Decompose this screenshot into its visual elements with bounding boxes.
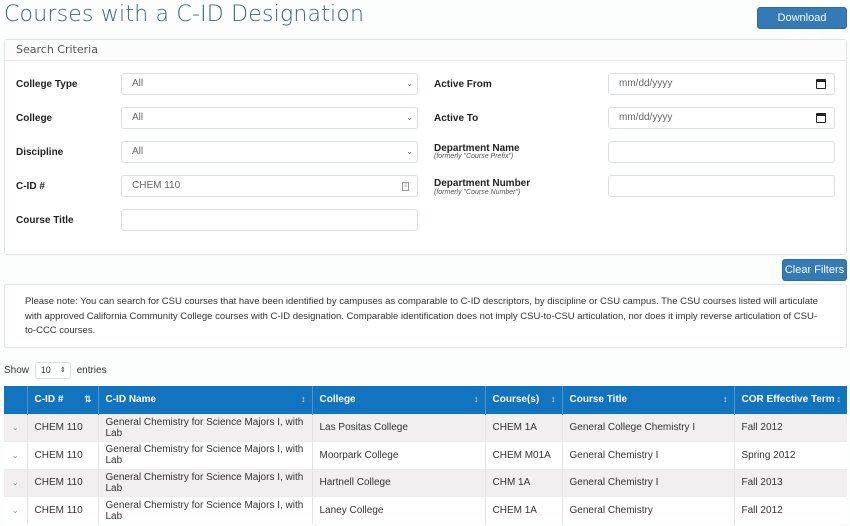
college-type-select[interactable]: All ⌄: [121, 73, 418, 95]
discipline-label: Discipline: [16, 147, 64, 158]
entries-label: entries: [76, 365, 107, 377]
course-title-cell: General Chemistry I: [562, 468, 735, 497]
cid-name-cell: General Chemistry for Science Majors I, …: [98, 413, 313, 442]
college-type-label: College Type: [16, 79, 78, 90]
cor-term-cell: Spring 2012: [734, 441, 847, 469]
dept-number-input[interactable]: [608, 175, 835, 197]
table-row[interactable]: ⌄ CHEM 110 General Chemistry for Science M…: [4, 468, 847, 497]
column-header-label: College: [319, 394, 356, 406]
cid-cell: CHEM 110: [27, 413, 99, 442]
active-to-placeholder: mm/dd/yyyy: [619, 112, 673, 123]
calendar-icon[interactable]: [816, 79, 826, 89]
cor-term-cell: Fall 2013: [734, 468, 847, 497]
sort-icon[interactable]: ↕: [551, 394, 556, 404]
cid-value: CHEM 110: [132, 180, 181, 191]
table-row[interactable]: ⌄ CHEM 110 General Chemistry for Science M…: [4, 413, 847, 442]
column-header-college[interactable]: College ↕: [312, 386, 486, 414]
column-header-label: C-ID Name: [105, 394, 157, 406]
course-title-label: Course Title: [16, 215, 74, 226]
sort-icon[interactable]: ↕: [723, 394, 728, 404]
active-from-label: Active From: [434, 79, 492, 90]
courses-cell: CHM 1A: [485, 468, 563, 497]
dept-name-input[interactable]: [608, 141, 835, 163]
cid-cell: CHEM 110: [27, 468, 99, 497]
results-table: C-ID # ⇅ C-ID Name ↕ College ↕ Course(s) ↕ C…: [4, 386, 847, 524]
college-cell: Laney College: [312, 496, 486, 524]
sort-arrows-icon: ⇕: [59, 367, 66, 374]
expand-row-icon[interactable]: ⌄: [4, 441, 28, 469]
course-title-cell: General College Chemistry I: [562, 413, 735, 442]
clear-filters-button[interactable]: Clear Filters: [782, 259, 847, 281]
discipline-value: All: [132, 146, 144, 157]
sort-ascending-icon[interactable]: ⇅: [84, 394, 92, 405]
sort-icon[interactable]: ↕: [301, 394, 306, 404]
search-criteria-panel: Search Criteria College Type All ⌄ Colle…: [4, 39, 847, 255]
column-header-label: C-ID #: [34, 394, 64, 406]
course-title-input[interactable]: [121, 209, 418, 231]
column-header-cid[interactable]: C-ID # ⇅: [27, 386, 99, 414]
cid-name-cell: General Chemistry for Science Majors I, …: [98, 468, 313, 497]
entries-length-control: Show 10 ⇕ entries: [4, 362, 107, 379]
college-type-value: All: [132, 78, 144, 89]
discipline-select[interactable]: All ⌄: [121, 141, 418, 163]
course-title-cell: General Chemistry: [562, 496, 735, 524]
download-results-button[interactable]: Download Results: [757, 7, 847, 44]
entries-value: 10: [40, 365, 51, 375]
entries-select[interactable]: 10 ⇕: [34, 362, 71, 379]
column-header-expand: [4, 386, 28, 414]
college-cell: Hartnell College: [312, 468, 486, 497]
column-header-cid-name[interactable]: C-ID Name ↕: [98, 386, 313, 414]
table-row[interactable]: ⌄ CHEM 110 General Chemistry for Science M…: [4, 496, 847, 524]
calendar-icon[interactable]: [816, 113, 826, 123]
column-header-courses[interactable]: Course(s) ↕: [485, 386, 563, 414]
cid-cell: CHEM 110: [27, 441, 99, 469]
expand-row-icon[interactable]: ⌄: [4, 413, 28, 442]
dept-number-label: Department Number: [434, 178, 531, 189]
column-header-label: Course(s): [492, 394, 540, 406]
college-value: All: [132, 112, 144, 123]
cid-name-cell: General Chemistry for Science Majors I, …: [98, 441, 313, 469]
column-header-label: Course Title: [569, 394, 628, 406]
cid-cell: CHEM 110: [27, 496, 99, 524]
chevron-down-icon: ⌄: [406, 147, 413, 156]
show-label: Show: [4, 365, 30, 377]
cid-input[interactable]: CHEM 110 ≡: [121, 175, 418, 197]
column-header-course-title[interactable]: Course Title ↕: [562, 386, 735, 414]
college-cell: Moorpark College: [312, 441, 486, 469]
cid-name-cell: General Chemistry for Science Majors I, …: [98, 496, 313, 524]
courses-cell: CHEM M01A: [485, 441, 563, 469]
sort-icon[interactable]: ↕: [474, 394, 479, 404]
column-header-label: COR Effective Term: [741, 394, 835, 406]
expand-row-icon[interactable]: ⌄: [4, 496, 28, 524]
cor-term-cell: Fall 2012: [734, 413, 847, 442]
college-select[interactable]: All ⌄: [121, 107, 418, 129]
courses-cell: CHEM 1A: [485, 496, 563, 524]
table-row[interactable]: ⌄ CHEM 110 General Chemistry for Science M…: [4, 441, 847, 469]
panel-heading: Search Criteria: [5, 40, 846, 61]
chevron-down-icon: ⌄: [406, 79, 413, 88]
cid-label: C-ID #: [16, 181, 45, 192]
college-label: College: [16, 113, 53, 124]
cor-term-cell: Fall 2012: [734, 496, 847, 524]
chevron-down-icon: ⌄: [406, 113, 413, 122]
dept-number-sublabel: (formerly "Course Number"): [434, 189, 521, 196]
contact-card-icon[interactable]: ≡: [402, 182, 409, 191]
info-note: Please note: You can search for CSU cour…: [4, 284, 847, 348]
expand-row-icon[interactable]: ⌄: [4, 468, 28, 497]
college-cell: Las Positas College: [312, 413, 486, 442]
active-from-placeholder: mm/dd/yyyy: [619, 78, 673, 89]
table-header-row: C-ID # ⇅ C-ID Name ↕ College ↕ Course(s) ↕ C…: [4, 386, 847, 414]
column-header-cor-term[interactable]: COR Effective Term ↕: [734, 386, 847, 414]
active-to-label: Active To: [434, 113, 479, 124]
sort-icon[interactable]: ↕: [837, 394, 842, 404]
dept-name-sublabel: (formerly "Course Prefix"): [434, 153, 514, 160]
course-title-cell: General Chemistry I: [562, 441, 735, 469]
active-to-input[interactable]: mm/dd/yyyy: [608, 107, 835, 129]
page-title: Courses with a C-ID Designation: [4, 2, 365, 27]
active-from-input[interactable]: mm/dd/yyyy: [608, 73, 835, 95]
courses-cell: CHEM 1A: [485, 413, 563, 442]
